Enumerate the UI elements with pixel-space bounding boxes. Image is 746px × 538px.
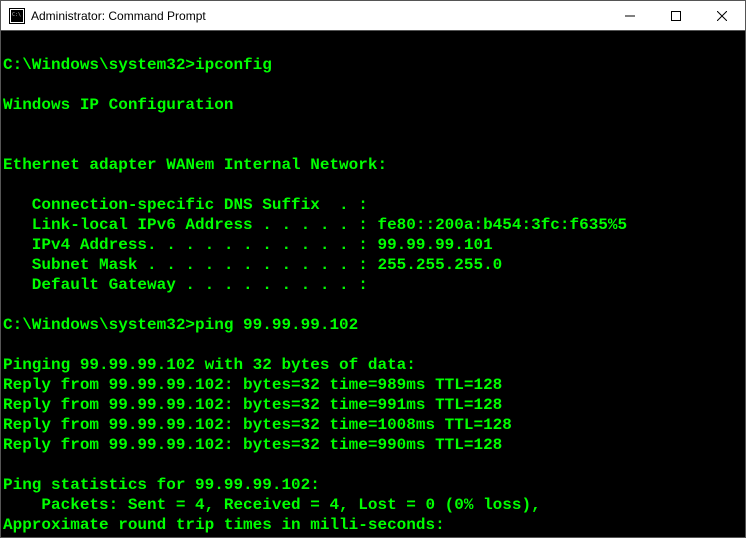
terminal-line: Minimum = 989ms, Maximum = 1008ms, Avera… (3, 536, 521, 537)
terminal-line: Default Gateway . . . . . . . . . : (3, 276, 368, 294)
terminal-line: Link-local IPv6 Address . . . . . : fe80… (3, 216, 627, 234)
terminal-line: Ping statistics for 99.99.99.102: (3, 476, 320, 494)
command-text: ipconfig (195, 56, 272, 74)
terminal-line: Connection-specific DNS Suffix . : (3, 196, 368, 214)
window-title: Administrator: Command Prompt (31, 9, 607, 23)
maximize-button[interactable] (653, 1, 699, 30)
terminal-line: Packets: Sent = 4, Received = 4, Lost = … (3, 496, 541, 514)
window-controls (607, 1, 745, 30)
prompt: C:\Windows\system32> (3, 56, 195, 74)
close-button[interactable] (699, 1, 745, 30)
command-prompt-window: C:\ Administrator: Command Prompt C:\Win… (0, 0, 746, 538)
terminal-line: Reply from 99.99.99.102: bytes=32 time=9… (3, 436, 502, 454)
titlebar[interactable]: C:\ Administrator: Command Prompt (1, 1, 745, 31)
svg-text:C:\: C:\ (12, 12, 21, 18)
prompt: C:\Windows\system32> (3, 316, 195, 334)
terminal-line: Ethernet adapter WANem Internal Network: (3, 156, 387, 174)
terminal-line: Reply from 99.99.99.102: bytes=32 time=9… (3, 396, 502, 414)
terminal-line: IPv4 Address. . . . . . . . . . . : 99.9… (3, 236, 493, 254)
terminal-line: Windows IP Configuration (3, 96, 233, 114)
terminal-line: Pinging 99.99.99.102 with 32 bytes of da… (3, 356, 416, 374)
terminal-output[interactable]: C:\Windows\system32>ipconfig Windows IP … (1, 31, 745, 537)
command-text: ping 99.99.99.102 (195, 316, 358, 334)
terminal-line: Reply from 99.99.99.102: bytes=32 time=1… (3, 416, 512, 434)
cmd-icon: C:\ (9, 8, 25, 24)
minimize-button[interactable] (607, 1, 653, 30)
terminal-line: Reply from 99.99.99.102: bytes=32 time=9… (3, 376, 502, 394)
terminal-line: Approximate round trip times in milli-se… (3, 516, 445, 534)
terminal-line: Subnet Mask . . . . . . . . . . . : 255.… (3, 256, 502, 274)
